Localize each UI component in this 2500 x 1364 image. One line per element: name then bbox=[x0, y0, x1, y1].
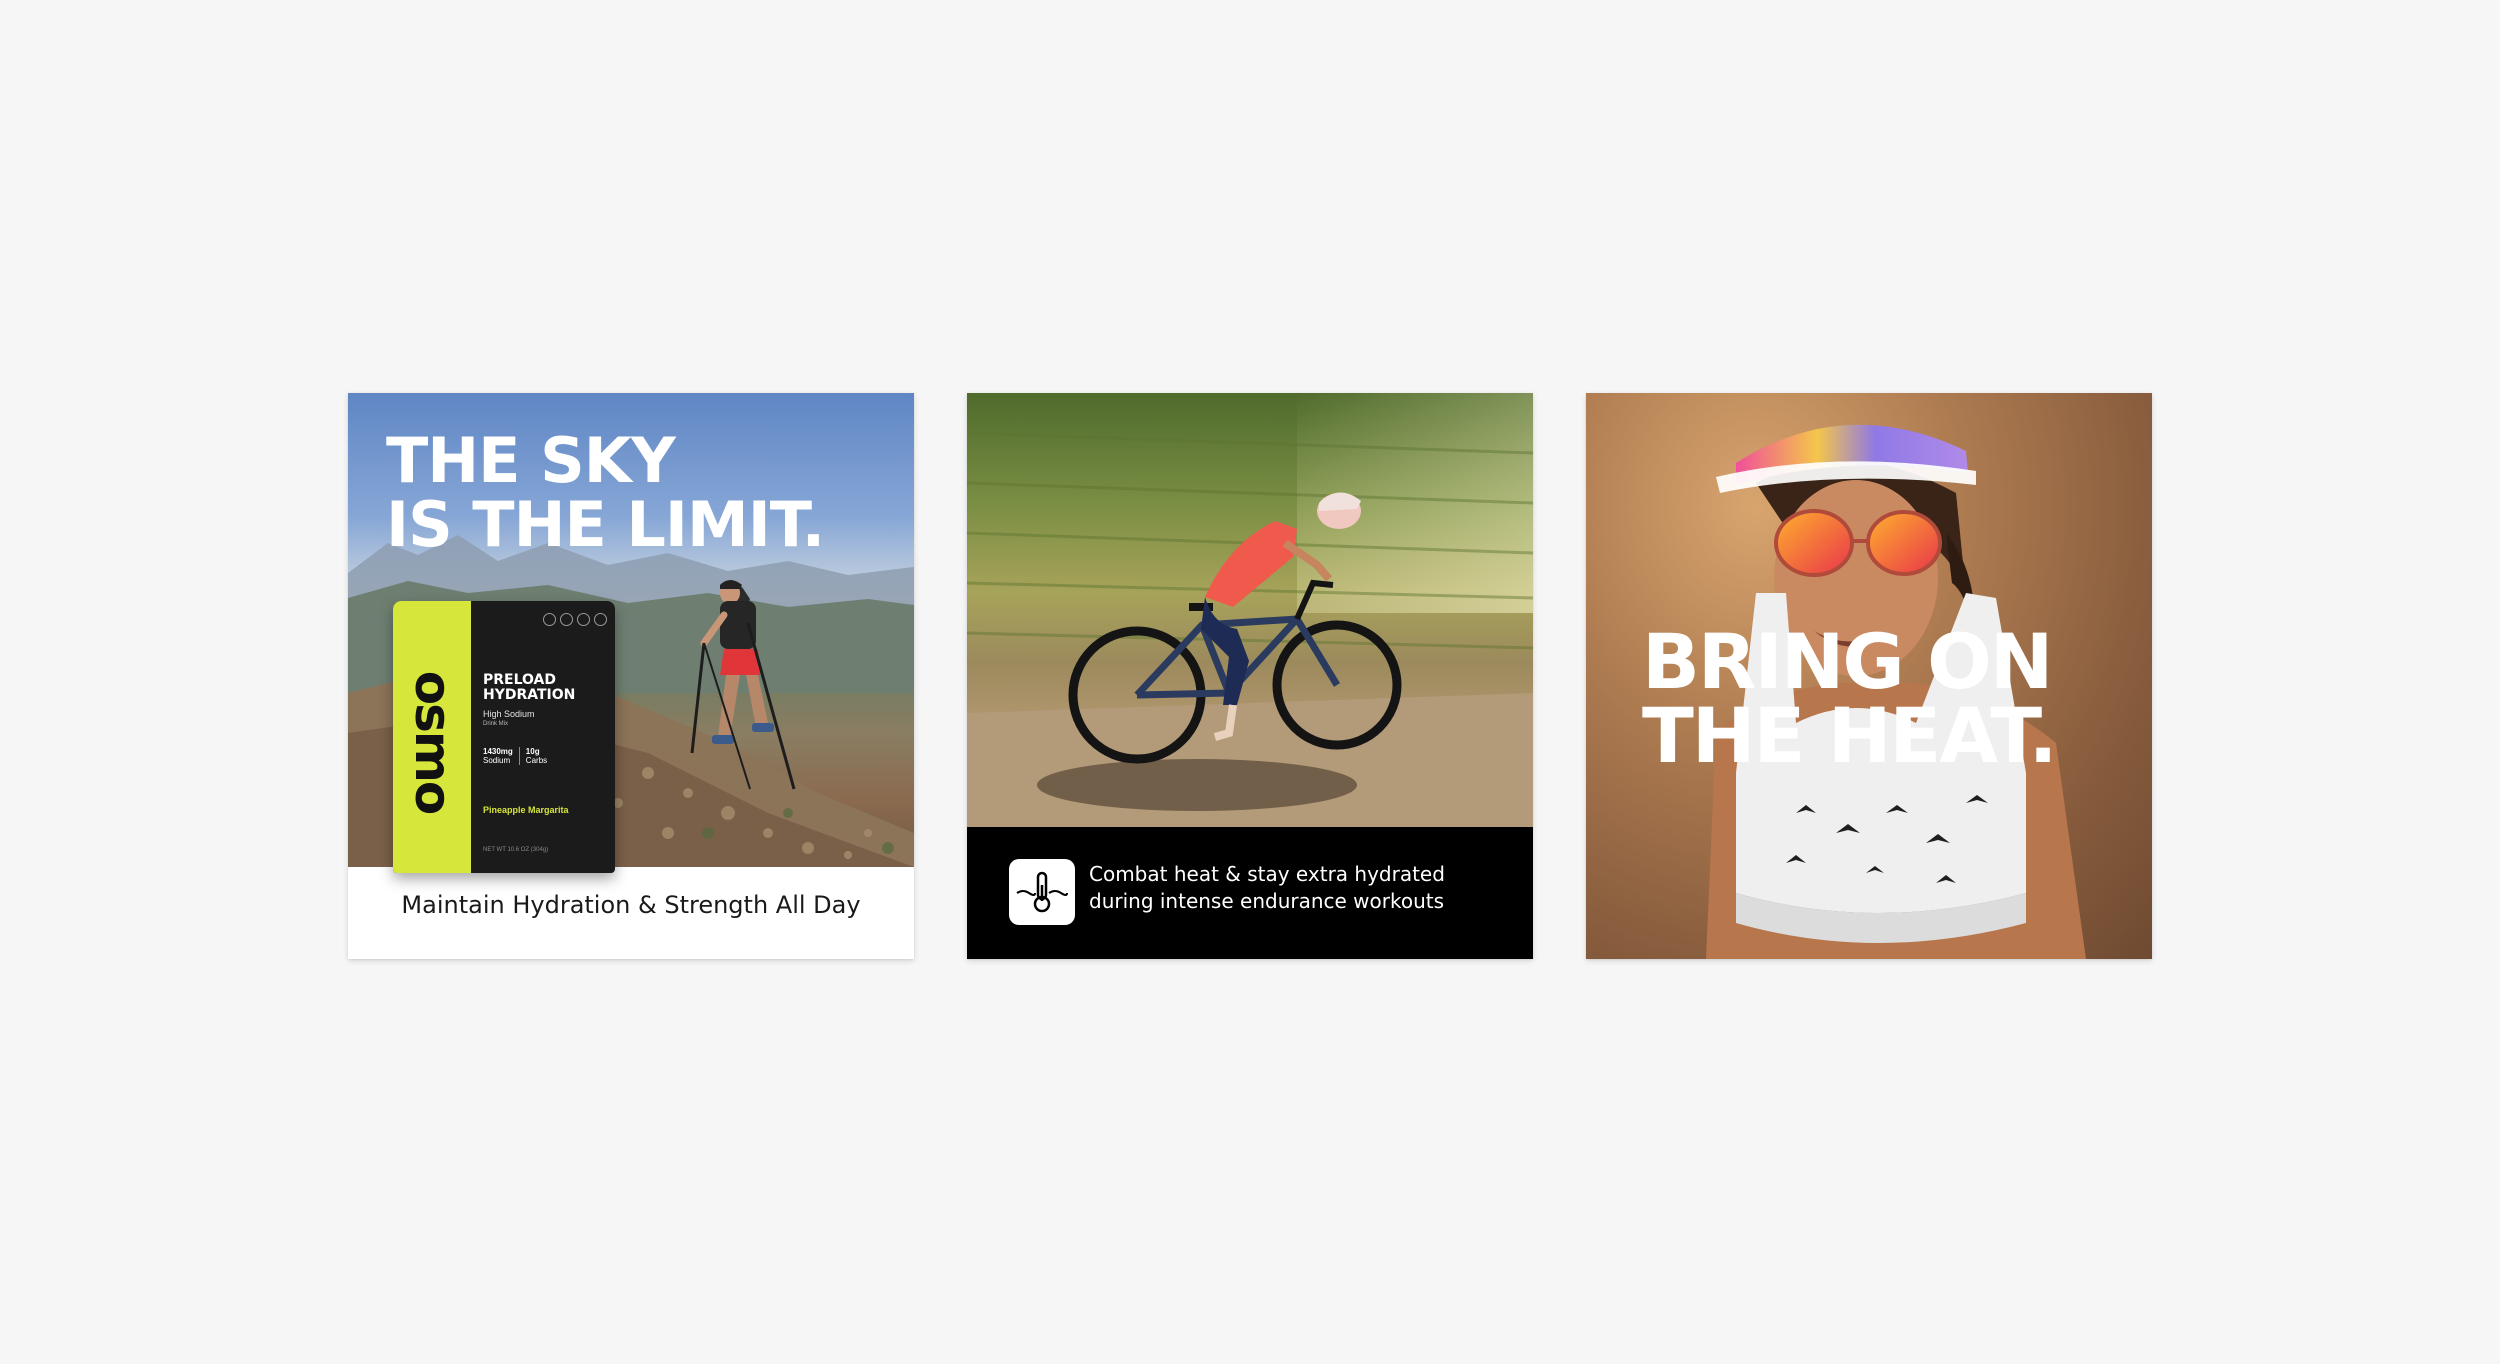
badge-icon bbox=[577, 613, 590, 626]
product-stats: 1430mg Sodium 10g Carbs bbox=[483, 747, 547, 765]
heat-headline: BRING ON THE HEAT. bbox=[1642, 617, 2057, 780]
product-title: PRELOAD HYDRATION bbox=[483, 673, 575, 703]
cyclist-caption: Combat heat & stay extra hydrated during… bbox=[1089, 861, 1445, 915]
pouch-badge-icons bbox=[543, 613, 607, 626]
cyclist-photo bbox=[967, 393, 1533, 827]
sky-headline: THE SKY IS THE LIMIT. bbox=[386, 424, 825, 561]
stat-carbs: 10g Carbs bbox=[518, 747, 548, 765]
badge-icon bbox=[543, 613, 556, 626]
stat-sodium: 1430mg Sodium bbox=[483, 747, 513, 765]
stat-label: Sodium bbox=[483, 756, 511, 765]
product-title-line: PRELOAD bbox=[483, 672, 557, 688]
stat-value: 1430mg bbox=[483, 747, 513, 756]
osmo-logo: osmo bbox=[404, 670, 462, 814]
product-net-weight: NET WT 10.6 OZ (304g) bbox=[483, 847, 549, 853]
ad-gallery: THE SKY IS THE LIMIT. osmo PRELOAD HYDRA… bbox=[0, 0, 2500, 1364]
ad-card-sky[interactable]: THE SKY IS THE LIMIT. osmo PRELOAD HYDRA… bbox=[348, 393, 914, 959]
product-subtitle-small: Drink Mix bbox=[483, 721, 508, 727]
caption-line: Combat heat & stay extra hydrated bbox=[1089, 862, 1445, 886]
stat-label: Carbs bbox=[525, 756, 548, 765]
product-pouch: osmo PRELOAD HYDRATION High Sodium Drink… bbox=[393, 601, 615, 873]
stat-value: 10g bbox=[525, 747, 540, 756]
thermometer-heat-icon bbox=[1009, 859, 1075, 925]
product-subtitle: High Sodium bbox=[483, 709, 535, 719]
sky-caption: Maintain Hydration & Strength All Day bbox=[401, 891, 861, 919]
badge-icon bbox=[560, 613, 573, 626]
ad-card-cyclist[interactable]: Combat heat & stay extra hydrated during… bbox=[967, 393, 1533, 959]
headline-line: THE SKY bbox=[386, 424, 676, 497]
headline-line: THE HEAT. bbox=[1642, 691, 2057, 780]
headline-line: BRING ON bbox=[1642, 617, 2053, 706]
headline-line: IS THE LIMIT. bbox=[386, 488, 825, 561]
ad-card-heat[interactable]: BRING ON THE HEAT. bbox=[1586, 393, 2152, 959]
caption-line: during intense endurance workouts bbox=[1089, 889, 1445, 913]
product-title-line: HYDRATION bbox=[483, 687, 576, 703]
badge-icon bbox=[594, 613, 607, 626]
product-flavor: Pineapple Margarita bbox=[483, 805, 569, 815]
